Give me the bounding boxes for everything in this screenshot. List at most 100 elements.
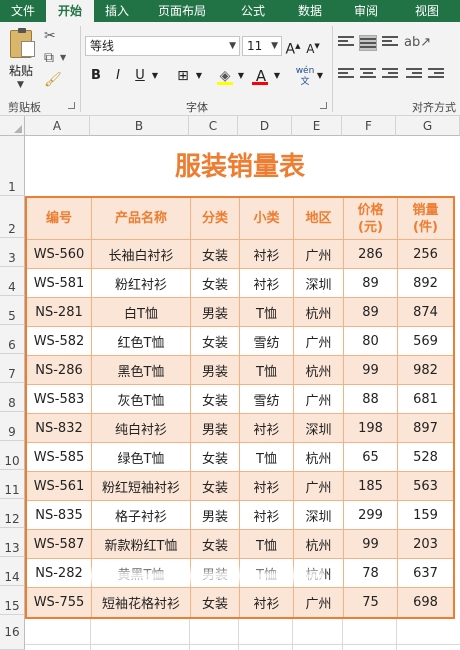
cell-name[interactable]: 粉红衬衫 [92,269,191,298]
copy-dropdown-icon[interactable]: ▼ [60,50,66,66]
cell-category[interactable]: 女装 [191,240,240,269]
grow-font-button[interactable]: A▲ [285,36,301,58]
clipboard-launcher-icon[interactable] [68,102,75,109]
cell-category[interactable]: 女装 [191,530,240,559]
cell-price[interactable]: 89 [344,269,398,298]
tab-home[interactable]: 开始 [46,0,94,22]
font-name-combo[interactable]: 等线 ▼ [85,36,240,56]
cell-id[interactable]: NS-286 [27,356,92,385]
column-header-d[interactable]: D [238,116,292,136]
cell-subcategory[interactable]: 衬衫 [240,472,294,501]
tab-data[interactable]: 数据 [282,0,338,22]
column-header-e[interactable]: E [292,116,342,136]
cell-sales[interactable]: 203 [398,530,453,559]
header-cell-name[interactable]: 产品名称 [92,198,191,240]
cell-subcategory[interactable]: T恤 [240,530,294,559]
cell-name[interactable]: 红色T恤 [92,327,191,356]
tab-file[interactable]: 文件 [0,0,46,22]
decrease-indent-icon[interactable] [406,68,422,82]
cell-subcategory[interactable]: 雪纺 [240,327,294,356]
row-header-12[interactable]: 12 [0,499,25,528]
italic-button[interactable]: I [110,66,126,86]
cell-id[interactable]: WS-582 [27,327,92,356]
cell-id[interactable]: WS-581 [27,269,92,298]
cell-category[interactable]: 男装 [191,298,240,327]
cell-name[interactable]: 新款粉红T恤 [92,530,191,559]
tab-formulas[interactable]: 公式 [224,0,282,22]
cell-subcategory[interactable]: T恤 [240,298,294,327]
cell-sales[interactable]: 897 [398,414,453,443]
cell-region[interactable]: 深圳 [294,269,344,298]
header-cell-price[interactable]: 价格 (元) [344,198,398,240]
cell-subcategory[interactable]: 衬衫 [240,240,294,269]
cell-sales[interactable]: 159 [398,501,453,530]
underline-button[interactable]: U [132,66,148,86]
tab-page-layout[interactable]: 页面布局 [140,0,224,22]
cell-sales[interactable]: 874 [398,298,453,327]
cell-price[interactable]: 75 [344,588,398,617]
cell-category[interactable]: 女装 [191,443,240,472]
row-header-6[interactable]: 6 [0,325,25,354]
cell-price[interactable]: 89 [344,298,398,327]
cell-price[interactable]: 88 [344,385,398,414]
select-all-corner[interactable] [0,116,25,136]
header-cell-category[interactable]: 分类 [191,198,240,240]
cell-id[interactable]: NS-282 [27,559,92,588]
cell-subcategory[interactable]: 衬衫 [240,588,294,617]
tab-review[interactable]: 审阅 [338,0,394,22]
cell-price[interactable]: 299 [344,501,398,530]
align-left-icon[interactable] [338,68,354,82]
cell-subcategory[interactable]: 衬衫 [240,269,294,298]
cell-region[interactable]: 深圳 [294,414,344,443]
cell-sales[interactable]: 681 [398,385,453,414]
cell-region[interactable]: 广州 [294,327,344,356]
paste-button[interactable]: 粘贴 ▼ [4,28,38,92]
cell-region[interactable]: 杭州 [294,298,344,327]
chevron-down-icon[interactable]: ▼ [272,66,282,86]
column-header-f[interactable]: F [342,116,396,136]
cell-subcategory[interactable]: T恤 [240,356,294,385]
cell-name[interactable]: 格子衬衫 [92,501,191,530]
column-header-g[interactable]: G [396,116,460,136]
row-header-3[interactable]: 3 [0,238,25,267]
cell-price[interactable]: 198 [344,414,398,443]
row-header-15[interactable]: 15 [0,586,25,615]
header-cell-id[interactable]: 编号 [27,198,92,240]
tab-view[interactable]: 视图 [394,0,460,22]
phonetic-guide-button[interactable]: wén 文 [294,66,316,87]
cell-category[interactable]: 男装 [191,559,240,588]
align-middle-icon[interactable] [359,35,377,51]
cell-region[interactable]: 杭州 [294,356,344,385]
cell-name[interactable]: 白T恤 [92,298,191,327]
align-center-icon[interactable] [360,68,376,82]
row-header-10[interactable]: 10 [0,441,25,470]
row-header-2[interactable]: 2 [0,196,25,238]
cell-region[interactable]: 杭州 [294,559,344,588]
row-header-14[interactable]: 14 [0,557,25,586]
format-painter-icon[interactable]: 🖌 [44,72,62,88]
chevron-down-icon[interactable]: ▼ [150,66,160,86]
cell-name[interactable]: 纯白衬衫 [92,414,191,443]
cell-name[interactable]: 短袖花格衬衫 [92,588,191,617]
cell-id[interactable]: NS-281 [27,298,92,327]
row-header-8[interactable]: 8 [0,383,25,412]
cell-id[interactable]: WS-561 [27,472,92,501]
cell-category[interactable]: 男装 [191,501,240,530]
cell-sales[interactable]: 698 [398,588,453,617]
cell-category[interactable]: 女装 [191,327,240,356]
cell-sales[interactable]: 528 [398,443,453,472]
cell-price[interactable]: 185 [344,472,398,501]
cell-price[interactable]: 80 [344,327,398,356]
font-launcher-icon[interactable] [320,102,327,109]
row-header-7[interactable]: 7 [0,354,25,383]
row-header-9[interactable]: 9 [0,412,25,441]
cut-icon[interactable]: ✂ [44,28,56,44]
copy-icon[interactable]: ⧉ [44,50,54,66]
column-header-b[interactable]: B [90,116,189,136]
cell-sales[interactable]: 892 [398,269,453,298]
cell-category[interactable]: 男装 [191,414,240,443]
cell-id[interactable]: WS-585 [27,443,92,472]
cell-subcategory[interactable]: T恤 [240,559,294,588]
cell-subcategory[interactable]: T恤 [240,443,294,472]
cell-region[interactable]: 广州 [294,472,344,501]
